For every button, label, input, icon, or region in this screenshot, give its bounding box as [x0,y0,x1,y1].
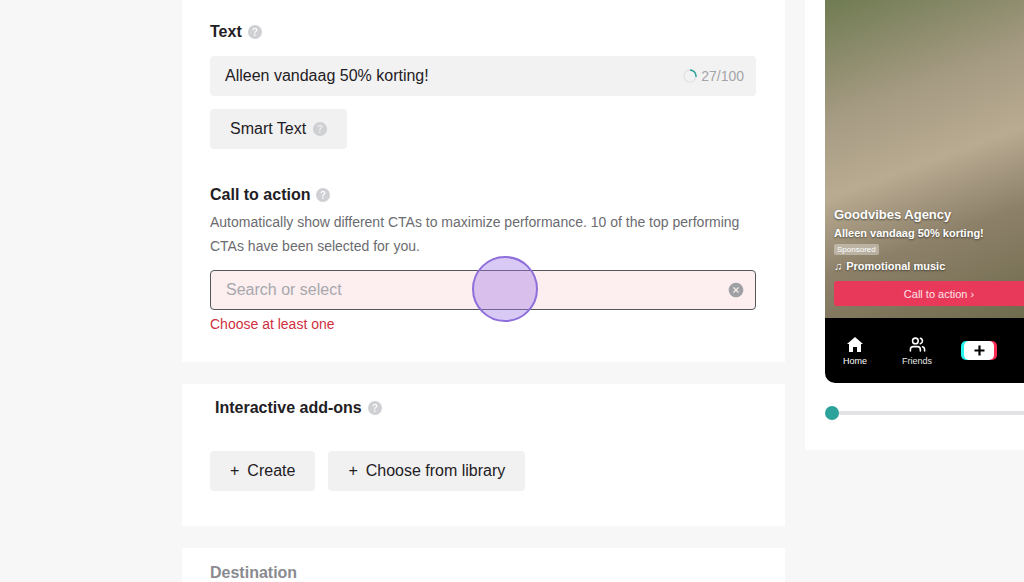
addon-button[interactable]: +Create [210,451,315,491]
character-counter: 27/100 [682,68,744,84]
bottom-nav: Home Friends [825,318,1024,383]
addons-section: Interactive add-ons +Create +Choose from l… [182,384,785,526]
cta-button[interactable]: Call to action › [834,281,1024,306]
help-icon[interactable] [248,25,262,39]
addons-label: Interactive add-ons [215,398,382,418]
cta-description: Automatically show different CTAs to max… [210,210,756,258]
music-icon: ♫ [834,260,842,272]
destination-section: Destination [182,548,785,582]
clear-icon[interactable] [727,281,745,299]
cta-select[interactable]: Search or select [210,270,756,310]
help-icon[interactable] [368,401,382,415]
creative-section: Text Alleen vandaag 50% korting! 27/100 Sma… [182,0,785,362]
plus-icon [974,345,985,356]
help-icon[interactable] [316,188,330,202]
nav-item[interactable] [954,341,1004,360]
timeline-slider[interactable] [825,406,1024,420]
music-label: ♫Promotional music [834,260,1024,272]
timeline-thumb[interactable] [825,406,839,420]
destination-label: Destination [210,563,297,582]
account-name: Goodvibes Agency [834,207,1024,222]
plus-icon: + [230,462,239,480]
sponsored-badge: Sponsored [834,244,879,255]
text-label: Text [210,22,262,42]
help-icon[interactable] [313,122,327,136]
addon-button[interactable]: +Choose from library [328,451,525,491]
create-button[interactable] [964,341,994,360]
preview-panel: Goodvibes Agency Alleen vandaag 50% korti… [805,0,1024,450]
nav-item[interactable]: Friends [892,336,942,366]
character-count-icon [682,68,698,84]
timeline-track [825,411,1024,415]
plus-icon: + [348,462,357,480]
text-input[interactable]: Alleen vandaag 50% korting! 27/100 [210,56,756,96]
cta-placeholder: Search or select [226,281,342,299]
nav-item[interactable]: Home [830,336,880,366]
ad-caption: Alleen vandaag 50% korting! [834,227,1024,239]
left-gutter [0,0,182,582]
home-icon [846,336,864,353]
cta-select-wrap: Search or select [210,270,756,310]
ad-form: Text Alleen vandaag 50% korting! 27/100 Sma… [182,0,785,582]
addons-buttons: +Create +Choose from library [210,451,525,491]
page: Text Alleen vandaag 50% korting! 27/100 Sma… [0,0,1024,582]
phone-preview: Goodvibes Agency Alleen vandaag 50% korti… [825,0,1024,383]
smart-text-button[interactable]: Smart Text [210,109,347,149]
cta-error: Choose at least one [210,316,335,332]
click-marker [472,256,538,322]
video-frame: Goodvibes Agency Alleen vandaag 50% korti… [825,0,1024,318]
cta-label: Call to action [210,185,330,205]
friends-icon [909,336,926,353]
text-value: Alleen vandaag 50% korting! [225,67,429,85]
